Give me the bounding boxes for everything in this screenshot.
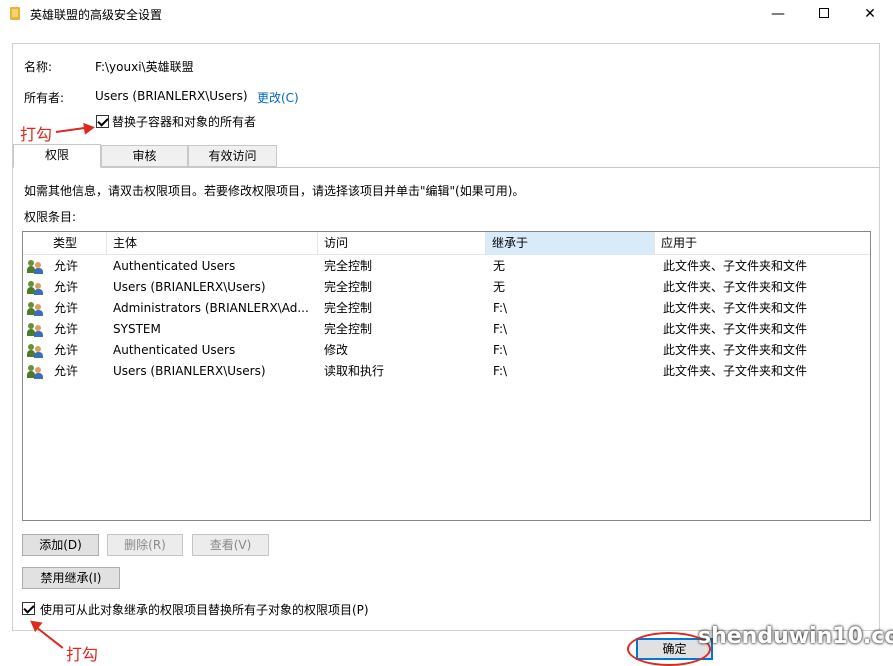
folder-icon	[10, 7, 20, 20]
replace-child-permissions-checkbox[interactable]	[22, 602, 35, 615]
cell-type: 允许	[54, 343, 79, 357]
minimize-button[interactable]: —	[755, 0, 801, 30]
users-icon	[27, 343, 43, 358]
view-button[interactable]: 查看(V)	[192, 534, 269, 556]
cell-type: 允许	[54, 364, 79, 378]
cell-access: 读取和执行	[324, 364, 385, 378]
permission-entries-label: 权限条目:	[24, 210, 77, 224]
replace-child-permissions-label: 使用可从此对象继承的权限项目替换所有子对象的权限项目(P)	[40, 603, 369, 617]
users-icon	[27, 301, 43, 316]
cell-principal: Users (BRIANLERX\Users)	[113, 280, 266, 294]
replace-owner-checkbox[interactable]	[96, 115, 109, 128]
cell-inherited-from: F:\	[493, 322, 508, 336]
owner-label: 所有者:	[24, 91, 65, 105]
table-row[interactable]: 允许 Administrators (BRIANLERX\Ad... 完全控制 …	[23, 298, 870, 319]
name-label: 名称:	[24, 60, 53, 74]
maximize-button[interactable]	[801, 0, 847, 30]
cell-access: 完全控制	[324, 280, 373, 294]
disable-inheritance-button[interactable]: 禁用继承(I)	[22, 567, 120, 589]
cell-applies-to: 此文件夹、子文件夹和文件	[663, 322, 808, 336]
cell-inherited-from: F:\	[493, 364, 508, 378]
remove-button[interactable]: 删除(R)	[107, 534, 183, 556]
cell-principal: SYSTEM	[113, 322, 161, 336]
cell-principal: Users (BRIANLERX\Users)	[113, 364, 266, 378]
window-title: 英雄联盟的高级安全设置	[30, 8, 163, 22]
column-header-access[interactable]: 访问	[318, 232, 486, 255]
table-row[interactable]: 允许 Authenticated Users 完全控制 无 此文件夹、子文件夹和…	[23, 256, 870, 277]
maximize-icon	[819, 8, 829, 18]
cell-access: 完全控制	[324, 259, 373, 273]
cell-access: 完全控制	[324, 322, 373, 336]
users-icon	[27, 364, 43, 379]
annotation-bottom: 打勾	[66, 645, 99, 664]
close-button[interactable]: ✕	[847, 0, 893, 30]
list-header: 类型 主体 访问 继承于 应用于	[23, 232, 870, 255]
cell-type: 允许	[54, 259, 79, 273]
cell-type: 允许	[54, 280, 79, 294]
tab-divider	[12, 167, 880, 168]
cell-principal: Administrators (BRIANLERX\Ad...	[113, 301, 309, 315]
table-row[interactable]: 允许 Authenticated Users 修改 F:\ 此文件夹、子文件夹和…	[23, 340, 870, 361]
cell-access: 完全控制	[324, 301, 373, 315]
cell-inherited-from: F:\	[493, 343, 508, 357]
cell-type: 允许	[54, 301, 79, 315]
table-row[interactable]: 允许 Users (BRIANLERX\Users) 完全控制 无 此文件夹、子…	[23, 277, 870, 298]
cell-principal: Authenticated Users	[113, 259, 236, 273]
change-owner-link[interactable]: 更改(C)	[257, 89, 299, 106]
tab-effective-access[interactable]: 有效访问	[188, 145, 277, 167]
watermark: shenduwin10.com	[698, 624, 893, 649]
title-bar: 英雄联盟的高级安全设置 — ✕	[0, 0, 893, 30]
cell-applies-to: 此文件夹、子文件夹和文件	[663, 343, 808, 357]
owner-value: Users (BRIANLERX\Users)	[95, 89, 248, 103]
users-icon	[27, 280, 43, 295]
cell-principal: Authenticated Users	[113, 343, 236, 357]
replace-owner-label: 替换子容器和对象的所有者	[112, 115, 257, 129]
column-header-type[interactable]: 类型	[47, 232, 107, 255]
column-header-applies-to[interactable]: 应用于	[655, 232, 870, 255]
users-icon	[27, 259, 43, 274]
cell-inherited-from: 无	[493, 280, 506, 294]
annotation-arrow-top-head	[83, 121, 96, 135]
tab-auditing[interactable]: 审核	[101, 145, 188, 167]
users-icon	[27, 322, 43, 337]
cell-applies-to: 此文件夹、子文件夹和文件	[663, 364, 808, 378]
cell-inherited-from: F:\	[493, 301, 508, 315]
permission-entries-list[interactable]: 类型 主体 访问 继承于 应用于 允许 Authenticated Users …	[22, 231, 871, 521]
cell-applies-to: 此文件夹、子文件夹和文件	[663, 280, 808, 294]
annotation-top: 打勾	[20, 125, 53, 144]
cell-inherited-from: 无	[493, 259, 506, 273]
table-row[interactable]: 允许 Users (BRIANLERX\Users) 读取和执行 F:\ 此文件…	[23, 361, 870, 382]
column-header-principal[interactable]: 主体	[107, 232, 318, 255]
add-button[interactable]: 添加(D)	[22, 534, 99, 556]
cell-access: 修改	[324, 343, 349, 357]
info-text: 如需其他信息，请双击权限项目。若要修改权限项目，请选择该项目并单击"编辑"(如果…	[24, 184, 525, 198]
table-row[interactable]: 允许 SYSTEM 完全控制 F:\ 此文件夹、子文件夹和文件	[23, 319, 870, 340]
name-value: F:\youxi\英雄联盟	[95, 60, 194, 74]
tab-permissions[interactable]: 权限	[13, 144, 101, 168]
cell-applies-to: 此文件夹、子文件夹和文件	[663, 301, 808, 315]
cell-type: 允许	[54, 322, 79, 336]
column-header-inherited-from[interactable]: 继承于	[486, 232, 655, 255]
cell-applies-to: 此文件夹、子文件夹和文件	[663, 259, 808, 273]
